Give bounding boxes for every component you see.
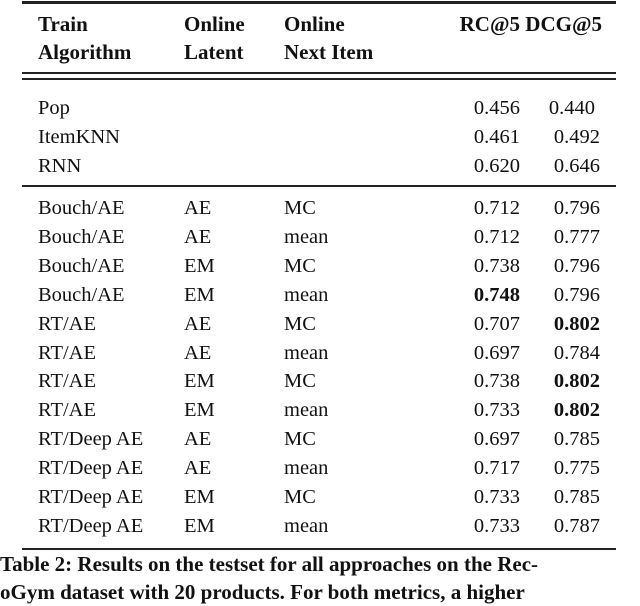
caption-line: oGym dataset with 20 products. For both … [0,580,525,604]
table-row: RT/Deep AE AE mean 0.717 0.775 [22,454,616,483]
table-row: Bouch/AE AE mean 0.712 0.777 [22,223,616,252]
header-line: Algorithm [38,40,132,64]
cell-online-next-item: MC [284,370,316,393]
cell-algorithm: RT/AE [38,341,96,364]
cell-dcg5: 0.802 [553,312,600,335]
table-row: RT/Deep AE EM mean 0.733 0.787 [22,512,616,541]
mid-rule [22,185,616,187]
cell-online-next-item: mean [284,514,329,537]
header-line: Online [184,12,245,36]
cell-online-latent: EM [184,514,215,537]
cell-dcg5: 0.784 [553,341,600,364]
cell-dcg5: 0.775 [553,457,600,480]
cell-algorithm: RT/Deep AE [38,486,144,508]
cell-online-next-item: MC [284,312,316,335]
cell-dcg5: 0.796 [553,254,600,277]
cell-dcg5: 0.777 [553,225,600,248]
cell-online-latent: EM [184,486,215,508]
cell-online-latent: AE [184,428,212,451]
cell-algorithm: RT/Deep AE [38,428,144,451]
cell-algorithm: RT/Deep AE [38,457,144,480]
table-row: Bouch/AE EM MC 0.738 0.796 [22,252,616,281]
table-row: RT/AE EM MC 0.738 0.802 [22,367,616,396]
header-line: DCG@5 [525,12,602,36]
cell-dcg5: 0.440 [548,97,595,119]
cell-online-latent: AE [184,341,212,364]
cell-algorithm: RT/Deep AE [38,514,144,537]
cell-dcg5: 0.796 [553,283,600,306]
cell-algorithm: Bouch/AE [38,283,125,306]
header-line: Train [38,12,88,36]
table-row: Pop 0.456 0.440 [22,94,616,123]
table-row: Bouch/AE EM mean 0.748 0.796 [22,281,616,310]
cell-algorithm: RNN [38,154,82,177]
cell-online-latent: EM [184,283,215,306]
cell-algorithm: Bouch/AE [38,197,125,219]
header-line: Online [284,12,345,36]
cell-dcg5: 0.787 [553,514,600,537]
cell-algorithm: RT/AE [38,370,96,393]
header-line: Next Item [284,40,374,64]
table-row: RNN 0.620 0.646 [22,152,616,181]
cell-online-next-item: MC [284,254,316,277]
header-online-latent: Online Latent [184,10,245,66]
table-row: RT/AE EM mean 0.733 0.802 [22,396,616,425]
cell-online-next-item: MC [284,486,316,508]
cell-dcg5: 0.646 [553,154,600,177]
table-row: RT/AE AE MC 0.707 0.802 [22,310,616,339]
cell-online-latent: AE [184,197,212,219]
cell-dcg5: 0.802 [553,370,600,393]
table-caption: Table 2: Results on the testset for all … [0,550,640,606]
table-row: Bouch/AE AE MC 0.712 0.796 [22,194,616,223]
table-row: RT/Deep AE EM MC 0.733 0.785 [22,483,616,512]
cell-online-next-item: mean [284,283,329,306]
cell-algorithm: Pop [38,97,70,119]
cell-dcg5: 0.785 [553,428,600,451]
cell-algorithm: RT/AE [38,399,96,422]
cell-online-next-item: mean [284,341,329,364]
cell-dcg5: 0.492 [553,125,600,148]
table-row: RT/Deep AE AE MC 0.697 0.785 [22,425,616,454]
cell-algorithm: Bouch/AE [38,225,125,248]
cell-dcg5: 0.785 [553,486,600,508]
cell-online-next-item: mean [284,225,329,248]
cell-algorithm: Bouch/AE [38,254,125,277]
cell-online-next-item: mean [284,399,329,422]
header-train-algorithm: Train Algorithm [38,10,131,66]
cell-online-next-item: MC [284,428,316,451]
cell-online-next-item: MC [284,197,316,219]
header-rule-lower [22,78,616,80]
header-dcg5: DCG@5 [500,10,602,38]
top-rule [22,1,616,4]
cell-algorithm: ItemKNN [38,125,120,148]
cell-online-next-item: mean [284,457,329,480]
caption-line: Table 2: Results on the testset for all … [0,552,539,576]
cell-algorithm: RT/AE [38,312,96,335]
cell-online-latent: EM [184,254,215,277]
cell-online-latent: AE [184,312,212,335]
table-row: ItemKNN 0.461 0.492 [22,123,616,152]
cell-online-latent: AE [184,225,212,248]
cell-online-latent: EM [184,399,215,422]
cell-dcg5: 0.796 [553,197,600,219]
header-rule-upper [22,72,616,74]
cell-dcg5: 0.802 [553,399,600,422]
header-online-next-item: Online Next Item [284,10,373,66]
header-line: Latent [184,40,244,64]
table-row: RT/AE AE mean 0.697 0.784 [22,339,616,368]
cell-online-latent: EM [184,370,215,393]
cell-online-latent: AE [184,457,212,480]
